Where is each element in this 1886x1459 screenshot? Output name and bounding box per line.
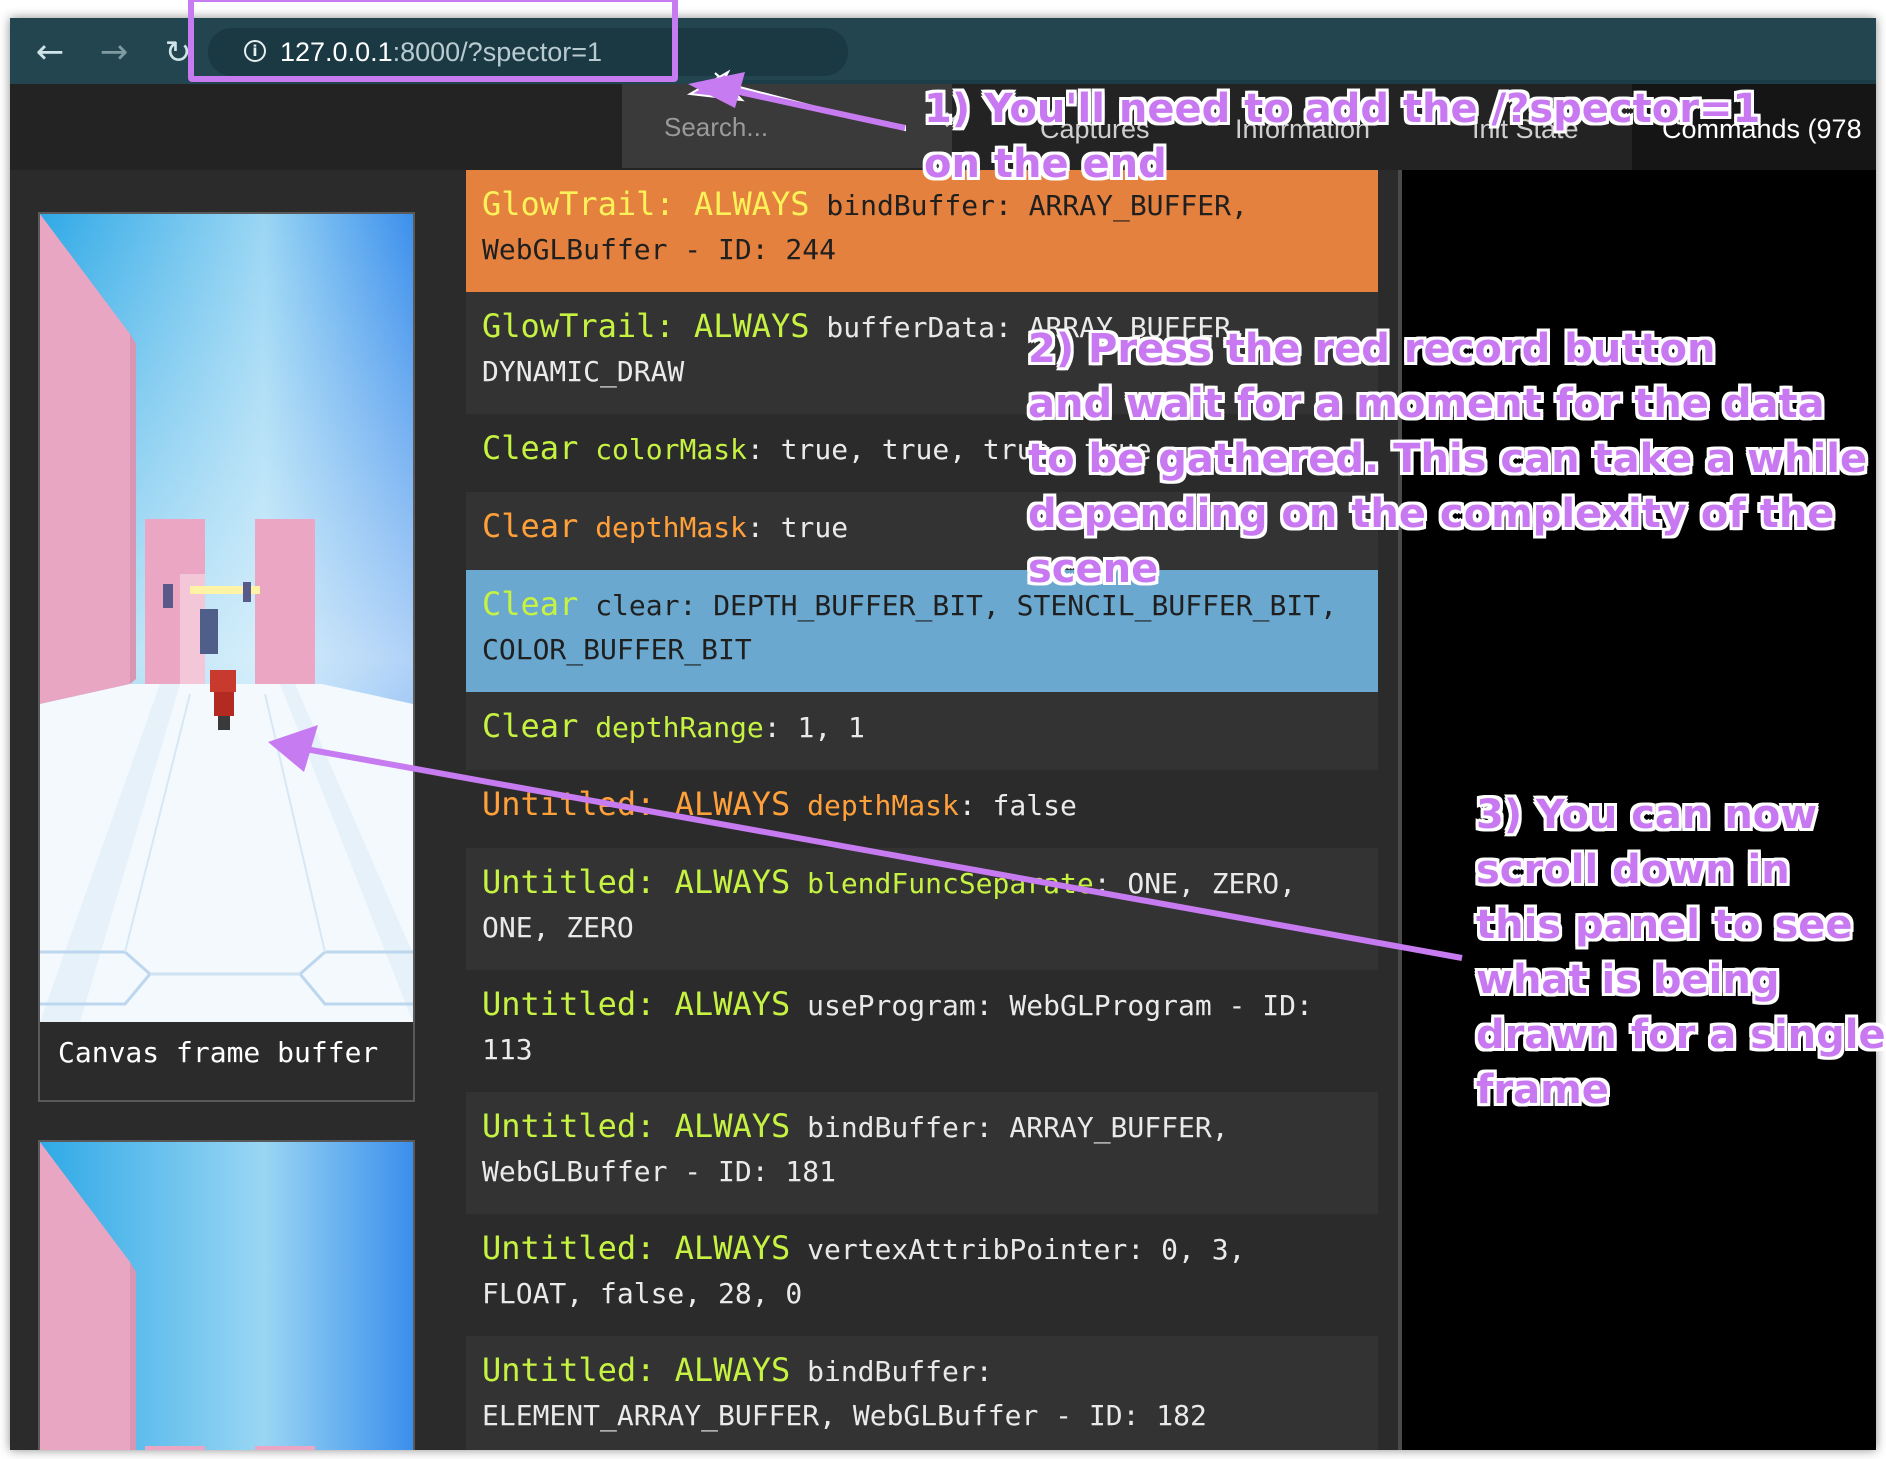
command-function: vertexAttribPointer (807, 1233, 1128, 1266)
command-label: Clear (482, 429, 579, 467)
command-row[interactable]: Clear depthRange: 1, 1 (466, 692, 1378, 770)
command-label: Untitled: ALWAYS (482, 1107, 791, 1145)
thumb-caption: Canvas frame buffer (58, 1036, 379, 1069)
command-label: Untitled: ALWAYS (482, 1229, 791, 1267)
command-function: blendFuncSeparate (807, 867, 1094, 900)
command-row[interactable]: Untitled: ALWAYS useProgram: WebGLProgra… (466, 970, 1378, 1092)
frame-preview-image (40, 214, 413, 1022)
command-label: Untitled: ALWAYS (482, 863, 791, 901)
command-row[interactable]: Untitled: ALWAYS blendFuncSeparate: ONE,… (466, 848, 1378, 970)
command-function: colorMask (595, 433, 747, 466)
command-args: : true (746, 511, 849, 544)
command-function: depthRange (595, 711, 764, 744)
command-row[interactable]: Untitled: ALWAYS vertexAttribPointer: 0,… (466, 1214, 1378, 1336)
command-args: : 1, 1 (763, 711, 865, 744)
command-label: Clear (482, 707, 579, 745)
command-function: depthMask (807, 789, 959, 822)
command-function: bindBuffer (807, 1355, 976, 1388)
command-row[interactable]: Untitled: ALWAYS bindBuffer: ELEMENT_ARR… (466, 1336, 1378, 1450)
canvas-frame-buffer-thumb[interactable]: Canvas frame buffer (38, 212, 415, 1102)
annotation-step-3: 3) You can now scroll down in this panel… (1476, 792, 1886, 1113)
command-function: depthMask (595, 511, 747, 544)
annotation-step-2: 2) Press the red record button and wait … (1028, 326, 1868, 592)
app-window: ← → ↻ i 127.0.0.1:8000/?spector=1 ✕ Capt… (10, 18, 1876, 1450)
frame-preview-image-2 (40, 1142, 413, 1450)
url-highlight-box (188, 0, 678, 82)
command-label: GlowTrail: ALWAYS (482, 185, 810, 223)
search-box: ✕ (622, 84, 964, 168)
command-function: bufferData (826, 311, 995, 344)
command-row[interactable]: Untitled: ALWAYS bindBuffer: ARRAY_BUFFE… (466, 1092, 1378, 1214)
command-function: useProgram (807, 989, 976, 1022)
command-label: Clear (482, 507, 579, 545)
command-label: Untitled: ALWAYS (482, 1351, 791, 1389)
frame-buffer-panel: Canvas frame buffer (10, 170, 455, 1450)
annotation-step-1: 1) You'll need to add the /?spector=1 on… (924, 86, 1761, 187)
command-label: Untitled: ALWAYS (482, 785, 791, 823)
command-args: : false (958, 789, 1077, 822)
back-arrow-icon[interactable]: ← (30, 32, 70, 72)
command-label: GlowTrail: ALWAYS (482, 307, 810, 345)
frame-buffer-thumb-2[interactable] (38, 1140, 415, 1450)
command-label: Clear (482, 585, 579, 623)
forward-arrow-icon[interactable]: → (94, 32, 134, 72)
command-row[interactable]: Untitled: ALWAYS depthMask: false (466, 770, 1378, 848)
command-function: clear (595, 589, 680, 622)
command-function: bindBuffer (826, 189, 995, 222)
command-function: bindBuffer (807, 1111, 976, 1144)
search-input[interactable] (662, 108, 886, 146)
command-label: Untitled: ALWAYS (482, 985, 791, 1023)
